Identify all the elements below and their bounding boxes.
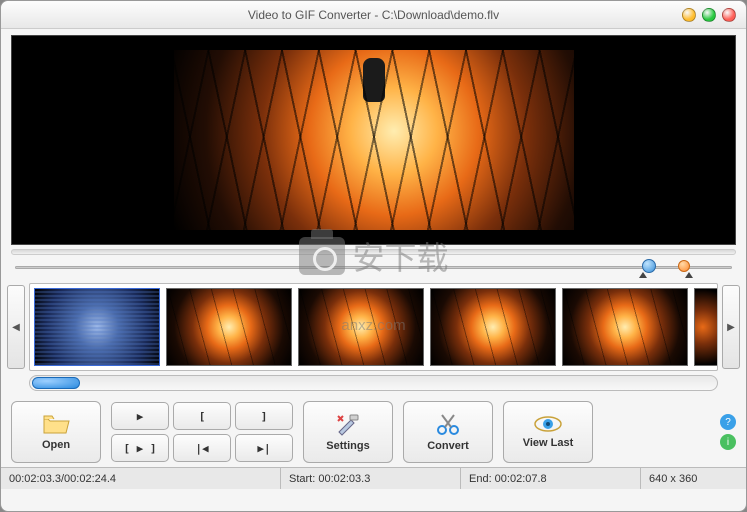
window-controls: [682, 8, 736, 22]
status-end: End: 00:02:07.8: [461, 468, 641, 489]
status-bar: 00:02:03.3/00:02:24.4 Start: 00:02:03.3 …: [1, 467, 746, 489]
play-button[interactable]: ▶: [111, 402, 169, 430]
convert-button[interactable]: Convert: [403, 401, 493, 463]
thumbnails: [29, 283, 718, 371]
maximize-button[interactable]: [702, 8, 716, 22]
next-frame-button[interactable]: ▶|: [235, 434, 293, 462]
prev-frame-button[interactable]: |◀: [173, 434, 231, 462]
tools-icon: [335, 412, 361, 436]
toolbar: Open ▶ [ ] [ ▶ ] |◀ ▶| Settings Convert …: [1, 397, 746, 467]
video-preview[interactable]: [11, 35, 736, 245]
open-button[interactable]: Open: [11, 401, 101, 463]
range-start-handle[interactable]: [642, 259, 656, 273]
playback-controls: ▶ [ ] [ ▶ ] |◀ ▶|: [111, 402, 293, 462]
help-icon[interactable]: ?: [720, 414, 736, 430]
side-actions: ? i: [720, 414, 736, 450]
mark-out-button[interactable]: ]: [235, 402, 293, 430]
slider-track: [15, 266, 732, 269]
convert-label: Convert: [427, 440, 469, 452]
divider: [11, 249, 736, 255]
app-window: Video to GIF Converter - C:\Download\dem…: [0, 0, 747, 512]
settings-button[interactable]: Settings: [303, 401, 393, 463]
open-label: Open: [42, 439, 70, 451]
scissors-icon: [436, 412, 460, 436]
play-range-button[interactable]: [ ▶ ]: [111, 434, 169, 462]
settings-label: Settings: [326, 440, 369, 452]
range-start-marker: [639, 272, 647, 278]
thumbnail-item[interactable]: [694, 288, 718, 366]
thumbnail-item[interactable]: [298, 288, 424, 366]
thumbnail-item[interactable]: [166, 288, 292, 366]
range-end-marker: [685, 272, 693, 278]
range-end-handle[interactable]: [678, 260, 690, 272]
status-dimensions: 640 x 360: [641, 468, 746, 489]
preview-frame: [174, 50, 574, 230]
minimize-button[interactable]: [682, 8, 696, 22]
titlebar[interactable]: Video to GIF Converter - C:\Download\dem…: [1, 1, 746, 29]
mark-in-button[interactable]: [: [173, 402, 231, 430]
thumbnail-item[interactable]: [34, 288, 160, 366]
view-last-label: View Last: [523, 437, 574, 449]
thumbnail-item[interactable]: [430, 288, 556, 366]
thumbnail-item[interactable]: [562, 288, 688, 366]
range-slider[interactable]: [11, 257, 736, 277]
status-position: 00:02:03.3/00:02:24.4: [1, 468, 281, 489]
info-icon[interactable]: i: [720, 434, 736, 450]
window-title: Video to GIF Converter - C:\Download\dem…: [9, 8, 738, 22]
thumbs-next-button[interactable]: ▶: [722, 285, 740, 369]
eye-icon: [533, 415, 563, 433]
thumbs-prev-button[interactable]: ◀: [7, 285, 25, 369]
thumbnail-scrollbar[interactable]: [29, 375, 718, 391]
close-button[interactable]: [722, 8, 736, 22]
status-start: Start: 00:02:03.3: [281, 468, 461, 489]
folder-open-icon: [42, 413, 70, 435]
view-last-button[interactable]: View Last: [503, 401, 593, 463]
thumbnail-strip: ◀ ▶: [7, 283, 740, 371]
scrollbar-thumb[interactable]: [32, 377, 80, 389]
